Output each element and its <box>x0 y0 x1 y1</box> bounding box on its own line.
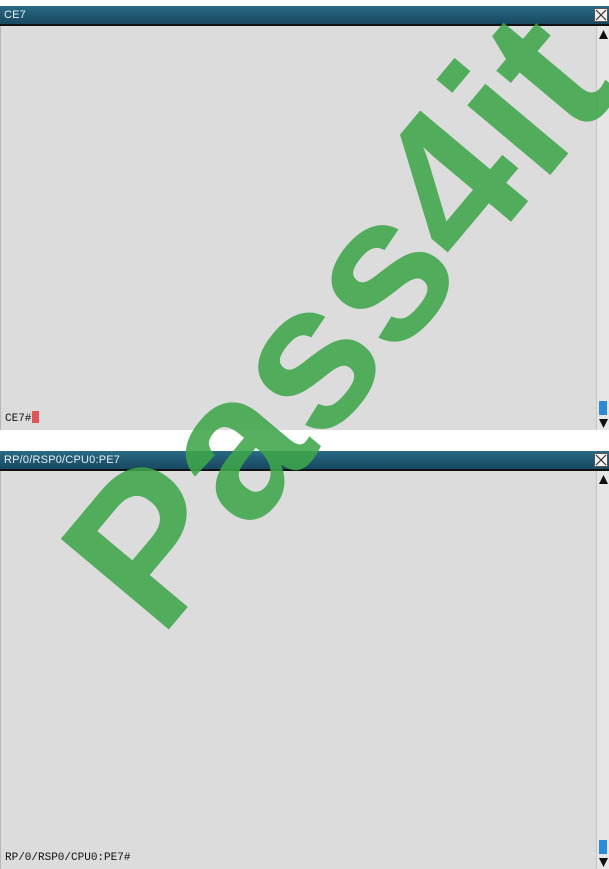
terminal-console[interactable]: CE7# <box>0 26 596 430</box>
page: CE7 CE7# RP/0/RSP0/CPU0:PE7 RP/0/RSP0/CP… <box>0 0 609 869</box>
terminal-console[interactable]: RP/0/RSP0/CPU0:PE7# <box>0 471 596 869</box>
window-title: CE7 <box>4 9 26 21</box>
close-button[interactable] <box>594 453 608 467</box>
scroll-down-arrow-icon[interactable] <box>598 857 609 868</box>
window-titlebar[interactable]: RP/0/RSP0/CPU0:PE7 <box>0 451 609 471</box>
window-titlebar[interactable]: CE7 <box>0 6 609 26</box>
prompt-text: CE7# <box>5 413 32 425</box>
close-button[interactable] <box>594 8 608 22</box>
scroll-thumb[interactable] <box>599 401 607 415</box>
scroll-up-arrow-icon[interactable] <box>598 474 609 485</box>
close-icon <box>595 454 607 466</box>
text-cursor <box>32 411 40 423</box>
command-prompt[interactable]: CE7# <box>5 411 40 426</box>
scroll-thumb[interactable] <box>599 840 607 854</box>
scroll-up-arrow-icon[interactable] <box>598 29 609 40</box>
vertical-scrollbar[interactable] <box>596 26 609 430</box>
terminal-window-pe7: RP/0/RSP0/CPU0:PE7 RP/0/RSP0/CPU0:PE7# <box>0 451 609 869</box>
vertical-scrollbar[interactable] <box>596 471 609 869</box>
close-icon <box>595 9 607 21</box>
scroll-down-arrow-icon[interactable] <box>598 418 609 429</box>
window-title: RP/0/RSP0/CPU0:PE7 <box>4 454 121 466</box>
command-prompt[interactable]: RP/0/RSP0/CPU0:PE7# <box>5 852 130 865</box>
terminal-window-ce7: CE7 CE7# <box>0 6 609 430</box>
prompt-text: RP/0/RSP0/CPU0:PE7# <box>5 852 131 864</box>
